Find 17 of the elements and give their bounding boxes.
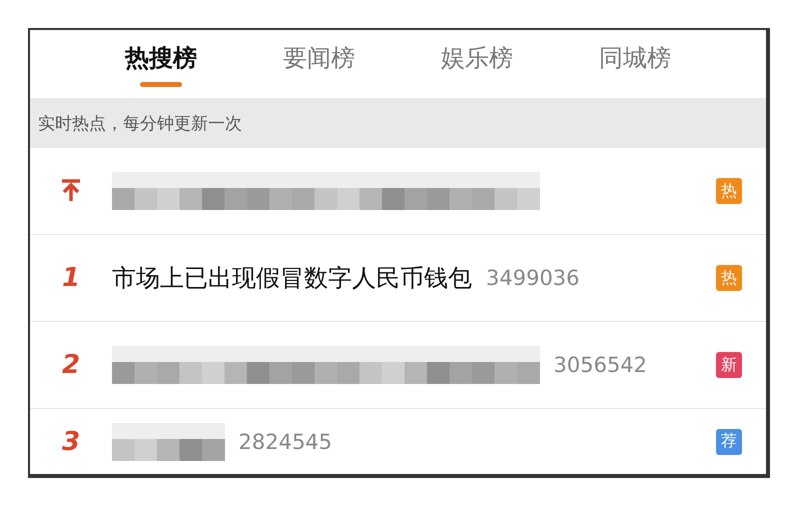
tab[interactable]: 娱乐榜 xyxy=(398,30,556,98)
pin-top-icon xyxy=(61,179,81,203)
tab[interactable]: 要闻榜 xyxy=(240,30,398,98)
heat-count: 3499036 xyxy=(486,266,580,290)
rank-number: 1 xyxy=(62,263,80,293)
tab[interactable]: 热搜榜 xyxy=(82,30,240,98)
topic-badge: 热 xyxy=(716,178,742,204)
rank-number: 3 xyxy=(62,426,80,456)
heat-count: 3056542 xyxy=(554,353,648,377)
rank-number: 2 xyxy=(62,350,80,380)
topic-badge: 热 xyxy=(716,265,742,291)
heat-count: 2824545 xyxy=(238,430,332,454)
notice-text: 实时热点，每分钟更新一次 xyxy=(38,112,242,134)
topic-badge: 新 xyxy=(716,352,742,378)
tab[interactable]: 同城榜 xyxy=(556,30,714,98)
topic-badge: 荐 xyxy=(716,428,742,454)
topic-title[interactable]: 市场上已出现假冒数字人民币钱包 xyxy=(112,262,472,294)
